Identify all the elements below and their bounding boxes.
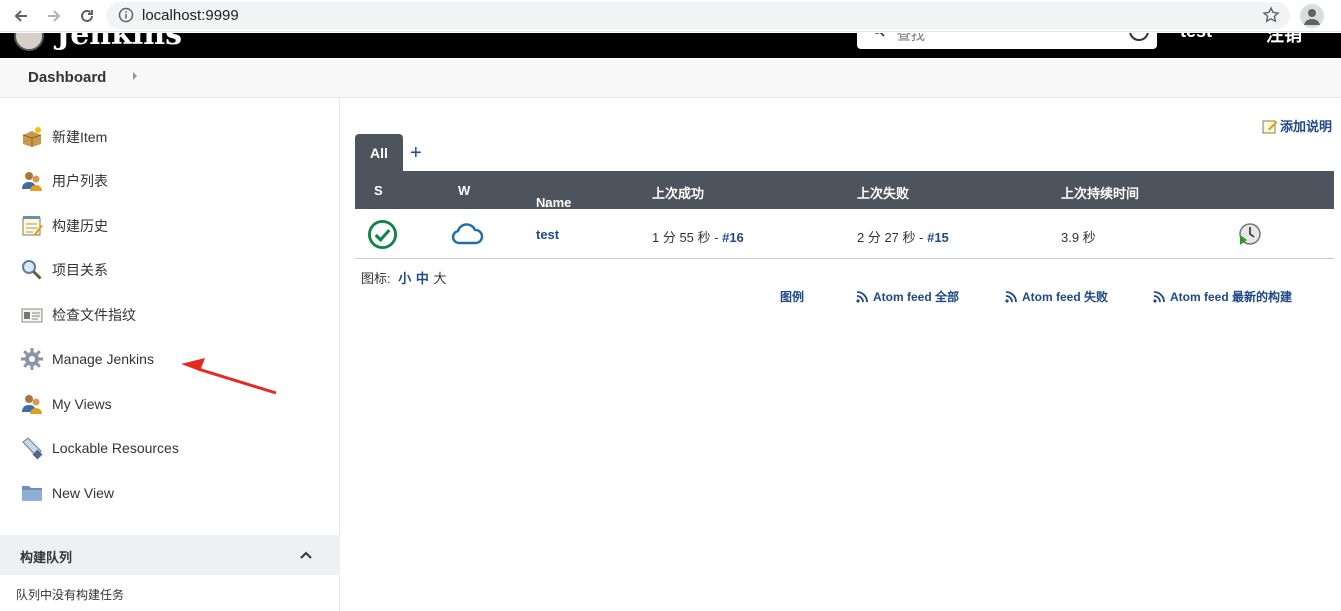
sidebar-item-lockable-resources[interactable]: Lockable Resources	[20, 436, 179, 460]
table-row: test 1 分 55 秒 - #16 2 分 27 秒 - #15 3.9 秒	[355, 209, 1334, 259]
schedule-build-icon[interactable]	[1238, 222, 1262, 246]
atom-feed-all-link[interactable]: Atom feed 全部	[856, 288, 959, 305]
icon-size-medium[interactable]: 中	[416, 271, 429, 286]
edit-note-icon	[1262, 120, 1278, 133]
build-queue-title[interactable]: 构建队列	[20, 547, 72, 566]
last-success-cell: 1 分 55 秒 - #16	[652, 230, 744, 245]
rss-icon	[1153, 290, 1165, 303]
search-icon	[874, 33, 885, 37]
annotation-arrow-icon	[181, 358, 277, 395]
atom-feed-latest-link[interactable]: Atom feed 最新的构建	[1153, 288, 1292, 305]
last-success-build-link[interactable]: #16	[722, 230, 744, 245]
help-icon[interactable]	[1129, 33, 1149, 41]
profile-avatar-icon[interactable]	[1300, 4, 1324, 28]
atom-feed-all-label: Atom feed 全部	[873, 290, 960, 304]
icon-size-selector: 图标: 小 中 大	[361, 268, 447, 287]
search-box[interactable]: 查找	[857, 33, 1157, 49]
tab-all[interactable]: All	[355, 134, 403, 171]
job-link-test[interactable]: test	[536, 227, 559, 242]
atom-feed-fail-label: Atom feed 失败	[1022, 290, 1109, 304]
column-status[interactable]: S	[374, 183, 383, 198]
add-description-link[interactable]: 添加说明	[1262, 116, 1332, 135]
column-last-success[interactable]: 上次成功	[652, 183, 704, 202]
rss-icon	[1005, 290, 1017, 303]
folder-icon	[22, 486, 42, 501]
add-tab-button[interactable]: +	[410, 142, 422, 164]
success-check-icon	[367, 219, 398, 250]
build-queue-empty: 队列中没有构建任务	[16, 588, 125, 602]
sidebar-item-new-view[interactable]: New View	[20, 481, 114, 505]
legend-label: 图例	[780, 290, 805, 304]
projects-table-header: S W Name ↓ 上次成功 上次失败 上次持续时间	[355, 171, 1334, 210]
rss-icon	[856, 290, 868, 303]
user-link[interactable]: test	[1180, 33, 1212, 42]
column-last-duration[interactable]: 上次持续时间	[1061, 183, 1139, 202]
column-weather[interactable]: W	[458, 183, 470, 198]
sidebar-item-label: Lockable Resources	[52, 440, 179, 456]
add-description-label: 添加说明	[1280, 119, 1333, 134]
atom-feed-latest-label: Atom feed 最新的构建	[1170, 290, 1293, 304]
sort-arrow-icon: ↓	[543, 195, 550, 210]
last-failure-build-link[interactable]: #15	[927, 230, 949, 245]
bookmark-star-icon[interactable]	[1262, 6, 1280, 24]
column-last-failure[interactable]: 上次失败	[857, 183, 909, 202]
usb-icon	[22, 437, 43, 460]
atom-feed-fail-link[interactable]: Atom feed 失败	[1005, 288, 1108, 305]
icon-size-large: 大	[433, 271, 447, 286]
search-input[interactable]: 查找	[897, 33, 925, 45]
logout-link[interactable]: 注销	[1266, 33, 1302, 47]
sidebar-item-label: New View	[52, 485, 114, 501]
last-failure-cell: 2 分 27 秒 - #15	[857, 230, 949, 245]
cloudy-weather-icon	[451, 223, 484, 245]
column-name[interactable]: Name ↓	[536, 183, 571, 210]
duration-cell: 3.9 秒	[1061, 230, 1096, 245]
legend-link[interactable]: 图例	[780, 288, 804, 305]
build-queue-header[interactable]: 构建队列	[0, 535, 340, 575]
icon-size-small[interactable]: 小	[398, 271, 411, 286]
icon-size-label: 图标:	[361, 271, 391, 286]
chevron-up-icon[interactable]	[298, 547, 314, 563]
